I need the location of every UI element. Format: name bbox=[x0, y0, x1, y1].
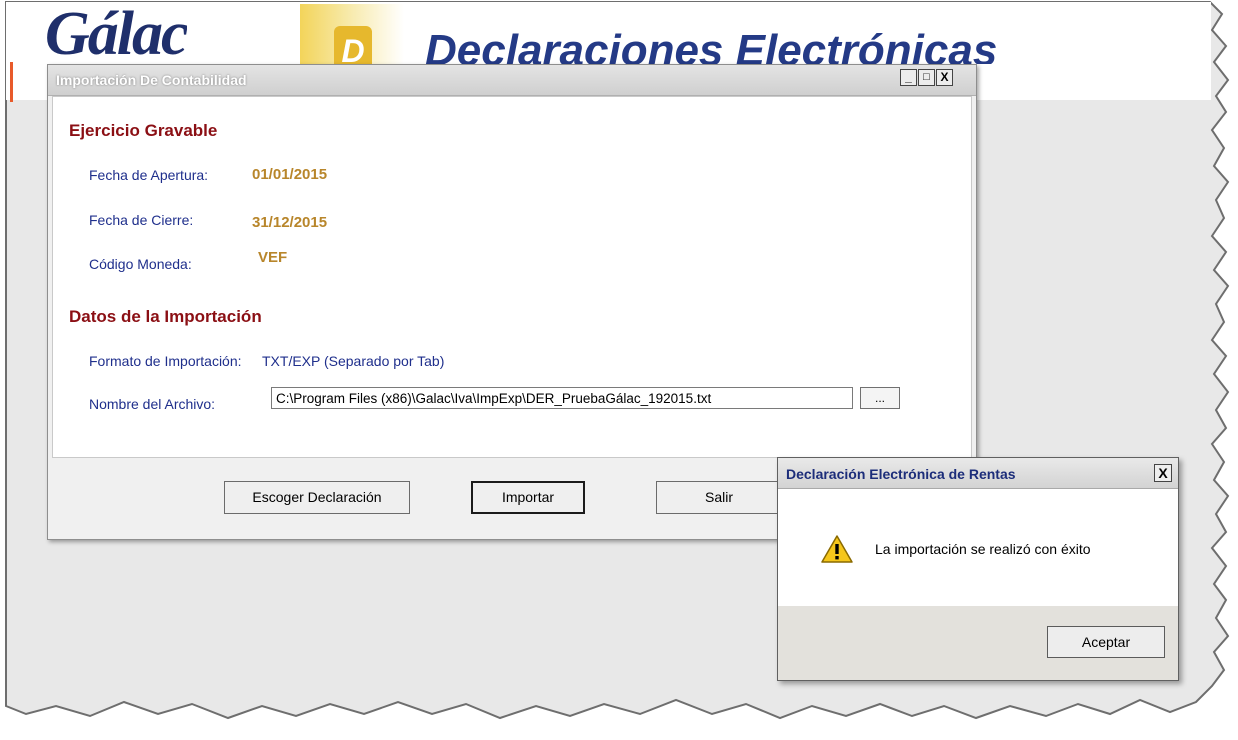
browse-button[interactable]: ... bbox=[860, 387, 900, 409]
opening-date-value: 01/01/2015 bbox=[252, 166, 328, 183]
galac-logo: Gálac bbox=[45, 4, 187, 64]
maximize-button[interactable]: □ bbox=[918, 69, 935, 86]
minimize-button[interactable]: _ bbox=[900, 69, 917, 86]
message-box-close-button[interactable]: X bbox=[1154, 464, 1172, 482]
section-title-fiscal-year: Ejercicio Gravable bbox=[69, 121, 218, 140]
message-box-titlebar[interactable]: Declaración Electrónica de Rentas X bbox=[778, 458, 1178, 489]
choose-declaration-button[interactable]: Escoger Declaración bbox=[224, 481, 410, 514]
closing-date-label: Fecha de Cierre: bbox=[89, 212, 194, 228]
product-title: Declaraciones Electrónicas bbox=[425, 26, 998, 64]
exit-button[interactable]: Salir bbox=[656, 481, 782, 514]
banner-accent-line bbox=[10, 62, 49, 102]
section-title-import-data: Datos de la Importación bbox=[69, 307, 262, 326]
banner-d-graphic: D bbox=[300, 4, 404, 64]
import-format-value: TXT/EXP (Separado por Tab) bbox=[262, 353, 445, 369]
file-name-label: Nombre del Archivo: bbox=[89, 396, 216, 412]
import-format-label: Formato de Importación: bbox=[89, 353, 242, 369]
warning-icon bbox=[821, 535, 853, 563]
import-dialog-titlebar[interactable]: Importación De Contabilidad _ □ X bbox=[48, 65, 976, 96]
message-box-title: Declaración Electrónica de Rentas bbox=[786, 466, 1016, 482]
currency-value: VEF bbox=[258, 249, 288, 266]
message-box: Declaración Electrónica de Rentas X La i… bbox=[777, 457, 1179, 681]
d-logo-badge: D bbox=[334, 26, 372, 64]
import-button[interactable]: Importar bbox=[471, 481, 585, 514]
message-box-footer: Aceptar bbox=[778, 606, 1178, 680]
opening-date-label: Fecha de Apertura: bbox=[89, 167, 209, 183]
close-button[interactable]: X bbox=[936, 69, 953, 86]
ok-button[interactable]: Aceptar bbox=[1047, 626, 1165, 658]
message-text: La importación se realizó con éxito bbox=[875, 541, 1091, 557]
file-path-field[interactable]: C:\Program Files (x86)\Galac\Iva\ImpExp\… bbox=[271, 387, 853, 409]
closing-date-value: 31/12/2015 bbox=[252, 214, 328, 231]
currency-label: Código Moneda: bbox=[89, 256, 192, 272]
import-dialog-title: Importación De Contabilidad bbox=[56, 72, 247, 88]
